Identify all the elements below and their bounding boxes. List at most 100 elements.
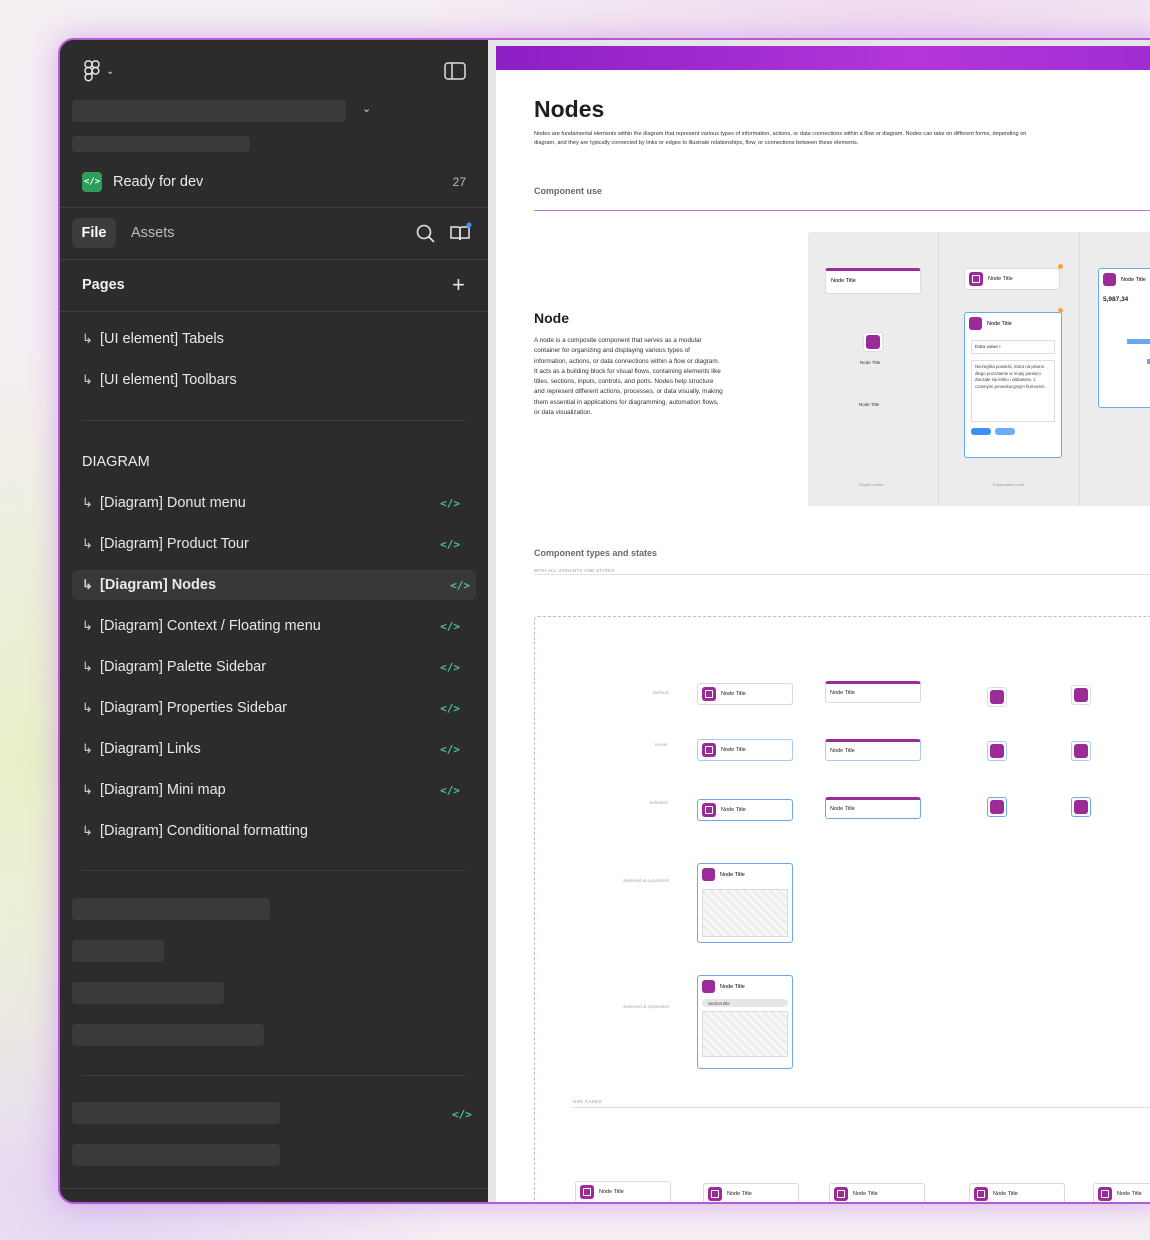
design-canvas[interactable]: Nodes Nodes are fundamental elements wit…	[488, 40, 1150, 1202]
port-dot	[1058, 264, 1063, 269]
node-type-icon	[702, 868, 715, 881]
sidebar-toggle-icon[interactable]	[444, 62, 466, 80]
node-title: Node Title	[721, 747, 746, 753]
node-type-icon	[702, 687, 716, 701]
page-placeholder	[72, 898, 270, 920]
section-types-states: Component types and states	[534, 548, 658, 558]
page-placeholder	[72, 982, 224, 1004]
drop-placeholder	[702, 889, 788, 937]
node-title: Node Title	[993, 1191, 1018, 1197]
page-item-label: [Diagram] Mini map	[100, 782, 226, 798]
node-selected: Node Title	[697, 799, 793, 821]
page-arrow-icon: ↳	[82, 659, 93, 674]
search-icon[interactable]	[416, 224, 435, 243]
page-arrow-icon: ↳	[82, 823, 93, 838]
section-title: Section title	[708, 1001, 730, 1006]
node-title: Node Title	[830, 748, 855, 754]
page-item[interactable]: ↳ [Diagram] Product Tour </>	[82, 529, 466, 559]
chevron-down-icon: ⌄	[106, 65, 115, 77]
page-item-active[interactable]: ↳ [Diagram] Nodes </>	[72, 570, 476, 600]
dev-code-icon: </>	[440, 496, 460, 510]
page-arrow-icon: ↳	[82, 495, 93, 510]
secondary-button	[995, 428, 1015, 435]
node-title: Node Title	[988, 276, 1013, 282]
figma-menu-button[interactable]: ⌄	[84, 60, 114, 82]
row-label: Selected & expanded	[623, 879, 669, 884]
data-value: Data value I	[975, 345, 1001, 350]
node-expanded: Node Title Data value I Niezwykła powieś…	[964, 312, 1062, 458]
page-item[interactable]: ↳ [Diagram] Donut menu </>	[82, 488, 466, 518]
use-case-node: Node Title	[969, 1183, 1065, 1202]
page-item[interactable]: ↳ [Diagram] Palette Sidebar </>	[82, 652, 466, 682]
library-book-icon[interactable]	[449, 222, 473, 242]
file-name-placeholder	[72, 100, 346, 122]
node-type-icon	[580, 1185, 594, 1199]
panel-divider	[1079, 232, 1080, 506]
node-expanded-section: Node Title Section title	[697, 975, 793, 1069]
section-line	[534, 574, 1150, 575]
page-item[interactable]: ↳ [Diagram] Properties Sidebar </>	[82, 693, 466, 723]
use-case-node: Node Title	[703, 1183, 799, 1202]
tab-file[interactable]: File	[72, 218, 116, 248]
divider	[82, 1075, 466, 1076]
drop-placeholder	[702, 1011, 788, 1057]
node-hover: Node Title	[697, 739, 793, 761]
ready-for-dev-row[interactable]: </> Ready for dev 27	[82, 170, 466, 194]
use-cases-line	[573, 1107, 1150, 1108]
chart-bar	[1127, 339, 1150, 344]
node-title: Node Title	[831, 278, 856, 284]
add-page-icon[interactable]: +	[452, 272, 465, 298]
left-sidebar: ⌄ ⌄ </> Ready for dev 27 File Assets Pag…	[60, 40, 488, 1202]
node-description: A node is a composite component that ser…	[534, 337, 723, 416]
page-item[interactable]: ↳ [Diagram] Mini map </>	[82, 775, 466, 805]
page-item[interactable]: ↳ [Diagram] Links </>	[82, 734, 466, 764]
data-value-field: Data value I	[971, 340, 1055, 354]
icon-only-default	[1071, 685, 1091, 705]
text-area-value: Niezwykła powieść, która na pewno długo …	[975, 364, 1046, 389]
page-item[interactable]: ↳ [UI element] Toolbars	[82, 365, 466, 395]
diagram-section-heading: DIAGRAM	[82, 454, 150, 470]
node-type-icon	[1098, 1187, 1112, 1201]
ready-for-dev-count: 27	[452, 175, 466, 189]
node-type-icon	[969, 272, 983, 286]
page-item[interactable]: ↳ [UI element] Tabels	[82, 324, 466, 354]
figma-logo-icon	[84, 60, 100, 82]
icon-node-selected	[987, 797, 1007, 817]
icon-node-default	[987, 687, 1007, 707]
page-item[interactable]: ↳ [Diagram] Conditional formatting	[82, 816, 466, 846]
app-window: ⌄ ⌄ </> Ready for dev 27 File Assets Pag…	[58, 38, 1150, 1204]
port-dot	[1058, 308, 1063, 313]
use-case-node: Node Title	[1093, 1183, 1150, 1202]
simple-node-card: Node Title	[825, 268, 921, 294]
row-label: Default	[653, 691, 669, 696]
component-use-panel: Node Title Node Title Node Title Simple …	[808, 232, 1150, 506]
tab-file-label: File	[81, 225, 107, 241]
section-types-subtitle: WITH ALL VARIANTS AND STATES	[534, 568, 615, 573]
page-arrow-icon: ↳	[82, 536, 93, 551]
section-header: Section title	[702, 999, 788, 1007]
node-title: Node Title	[720, 983, 745, 990]
page-arrow-icon: ↳	[82, 782, 93, 797]
node-with-border-selected: Node Title	[825, 797, 921, 819]
icon-only-hover	[1071, 741, 1091, 761]
dev-code-icon: </>	[440, 537, 460, 551]
page-item-label: [UI element] Tabels	[100, 331, 224, 347]
doc-title: Nodes	[534, 96, 605, 122]
divider	[60, 207, 488, 208]
file-name-chevron-icon[interactable]: ⌄	[362, 102, 371, 115]
node-title: Node Title	[830, 806, 855, 812]
node-title: Node Title	[859, 402, 880, 407]
row-label: Hover	[655, 743, 668, 748]
page-item[interactable]: ↳ [Diagram] Context / Floating menu </>	[82, 611, 466, 641]
page-arrow-icon: ↳	[82, 618, 93, 633]
icon-only-selected	[1071, 797, 1091, 817]
divider	[82, 420, 466, 421]
button-row	[971, 428, 1055, 435]
panel-divider	[938, 232, 939, 506]
doc-intro-line: diagram, and they are typically connecte…	[534, 139, 859, 146]
nodes-frame[interactable]: Nodes Nodes are fundamental elements wit…	[496, 46, 1150, 1202]
node-type-icon	[969, 317, 982, 330]
variants-frame: Default Hover Selected Selected & expand…	[534, 616, 1150, 1202]
tab-assets[interactable]: Assets	[131, 225, 175, 241]
dev-code-icon: </>	[440, 701, 460, 715]
